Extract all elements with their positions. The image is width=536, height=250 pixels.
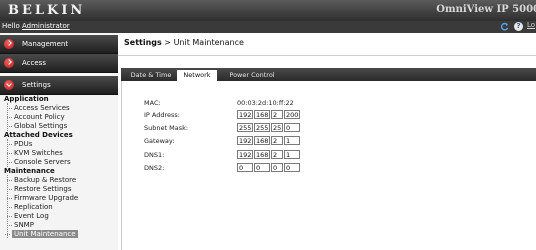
dns1-octet-4-input[interactable] (284, 150, 300, 159)
tree-item-snmp[interactable]: SNMP (7, 221, 34, 229)
dns1-octet-3-input[interactable] (271, 150, 283, 159)
mac-label: MAC: (144, 99, 161, 107)
tab-bar: Date & Time Network Power Control (121, 68, 536, 81)
greeting: Hello Administrator (2, 22, 70, 30)
tree-item-account-policy[interactable]: Account Policy (7, 113, 65, 121)
tree-item-replication[interactable]: Replication (7, 203, 53, 211)
mac-value: 00:03:2d:10:ff:22 (237, 99, 294, 107)
brand-logo: BELKIN (8, 3, 86, 18)
tree-item-pdus[interactable]: PDUs (6, 140, 32, 148)
tab-network[interactable]: Network (177, 70, 217, 81)
greeting-prefix: Hello (2, 22, 22, 30)
ip-octet-4-input[interactable] (284, 110, 300, 119)
left-navigation: Management Access Settings Application A… (0, 33, 118, 250)
tree-item-event-log[interactable]: Event Log (7, 212, 49, 220)
tree-item-unit-maintenance[interactable]: Unit Maintenance (5, 230, 78, 238)
gateway-octet-3-input[interactable] (271, 136, 283, 145)
subnet-mask-label: Subnet Mask: (144, 124, 189, 132)
dns2-octet-1-input[interactable] (237, 163, 253, 172)
tree-item-access-services[interactable]: Access Services (7, 104, 70, 112)
expand-arrow-icon (4, 39, 14, 49)
expand-arrow-icon (4, 58, 14, 68)
tree-group-maintenance: Maintenance (4, 167, 55, 175)
breadcrumb-section[interactable]: Settings (124, 38, 162, 47)
user-link[interactable]: Administrator (22, 22, 70, 30)
subnet-octet-1-input[interactable] (237, 123, 253, 132)
ip-address-label: IP Address: (144, 111, 180, 119)
gateway-octet-1-input[interactable] (237, 136, 253, 145)
logout-link[interactable]: Lo (527, 21, 535, 29)
gateway-octet-2-input[interactable] (254, 136, 270, 145)
collapse-arrow-icon (4, 80, 14, 90)
app-header: BELKIN OmniView IP 5000 (0, 0, 536, 21)
subnet-octet-2-input[interactable] (254, 123, 270, 132)
tree-item-firmware-upgrade[interactable]: Firmware Upgrade (6, 194, 78, 202)
nav-button-label: Settings (22, 81, 51, 89)
dns2-octet-4-input[interactable] (284, 163, 300, 172)
subnet-octet-4-input[interactable] (284, 123, 300, 132)
tree-item-backup-restore[interactable]: Backup & Restore (6, 176, 76, 184)
nav-management-button[interactable]: Management (0, 35, 118, 54)
nav-button-label: Management (22, 40, 69, 48)
gateway-label: Gateway: (144, 137, 175, 145)
ip-octet-1-input[interactable] (237, 110, 253, 119)
tree-item-console-servers[interactable]: Console Servers (7, 158, 71, 166)
tab-date-time[interactable]: Date & Time (129, 70, 173, 81)
dns1-octet-1-input[interactable] (237, 150, 253, 159)
help-icon[interactable]: ? (514, 22, 523, 31)
dns2-octet-3-input[interactable] (271, 163, 283, 172)
tree-group-attached-devices: Attached Devices (4, 131, 73, 139)
nav-button-label: Access (22, 59, 46, 67)
tree-item-global-settings[interactable]: Global Settings (6, 122, 67, 130)
ip-octet-3-input[interactable] (271, 110, 283, 119)
tab-power-control[interactable]: Power Control (221, 70, 283, 81)
divider (118, 55, 536, 56)
dns1-octet-2-input[interactable] (254, 150, 270, 159)
refresh-icon[interactable] (500, 22, 509, 31)
user-bar: Hello Administrator ? Lo (0, 21, 536, 33)
dns1-label: DNS1: (144, 151, 165, 159)
nav-access-button[interactable]: Access (0, 54, 118, 73)
nav-settings-button[interactable]: Settings (0, 76, 118, 95)
network-panel (121, 81, 536, 250)
breadcrumb: Settings > Unit Maintenance (124, 38, 244, 47)
breadcrumb-page: Unit Maintenance (173, 38, 244, 47)
product-name: OmniView IP 5000 (436, 4, 536, 15)
tree-item-restore-settings[interactable]: Restore Settings (7, 185, 72, 193)
dns2-label: DNS2: (144, 164, 165, 172)
tree-item-kvm-switches[interactable]: KVM Switches (7, 149, 63, 157)
dns2-octet-2-input[interactable] (254, 163, 270, 172)
ip-octet-2-input[interactable] (254, 110, 270, 119)
breadcrumb-separator: > (161, 38, 174, 47)
subnet-octet-3-input[interactable] (271, 123, 283, 132)
tree-group-application: Application (4, 95, 49, 103)
gateway-octet-4-input[interactable] (284, 136, 300, 145)
